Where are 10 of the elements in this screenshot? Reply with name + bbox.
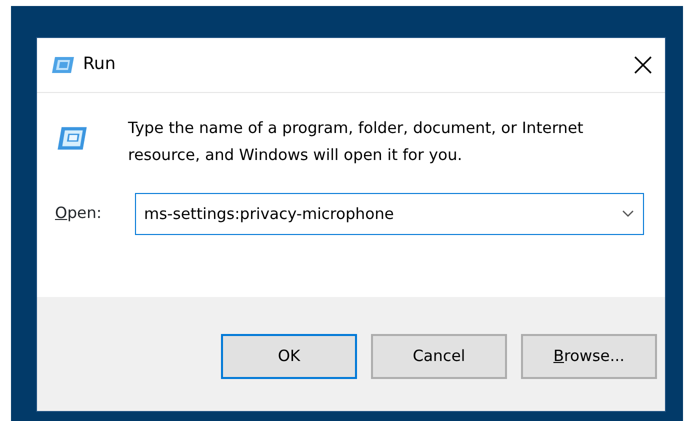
open-combo-box[interactable]: ms-settings:privacy-microphone: [135, 193, 644, 235]
window-title: Run: [83, 53, 116, 76]
run-app-icon: [51, 56, 75, 74]
dialog-button[interactable]: Cancel: [371, 334, 507, 379]
dropdown-caret-icon[interactable]: [622, 210, 634, 218]
dialog-button[interactable]: Browse...: [521, 334, 657, 379]
default-dialog-button[interactable]: OK: [221, 334, 357, 379]
close-icon[interactable]: [633, 55, 653, 75]
open-label: Open:: [54, 203, 103, 224]
instruction-text: Type the name of a program, folder, document, or Internet resource, and Windows will open it for you.: [128, 118, 584, 166]
